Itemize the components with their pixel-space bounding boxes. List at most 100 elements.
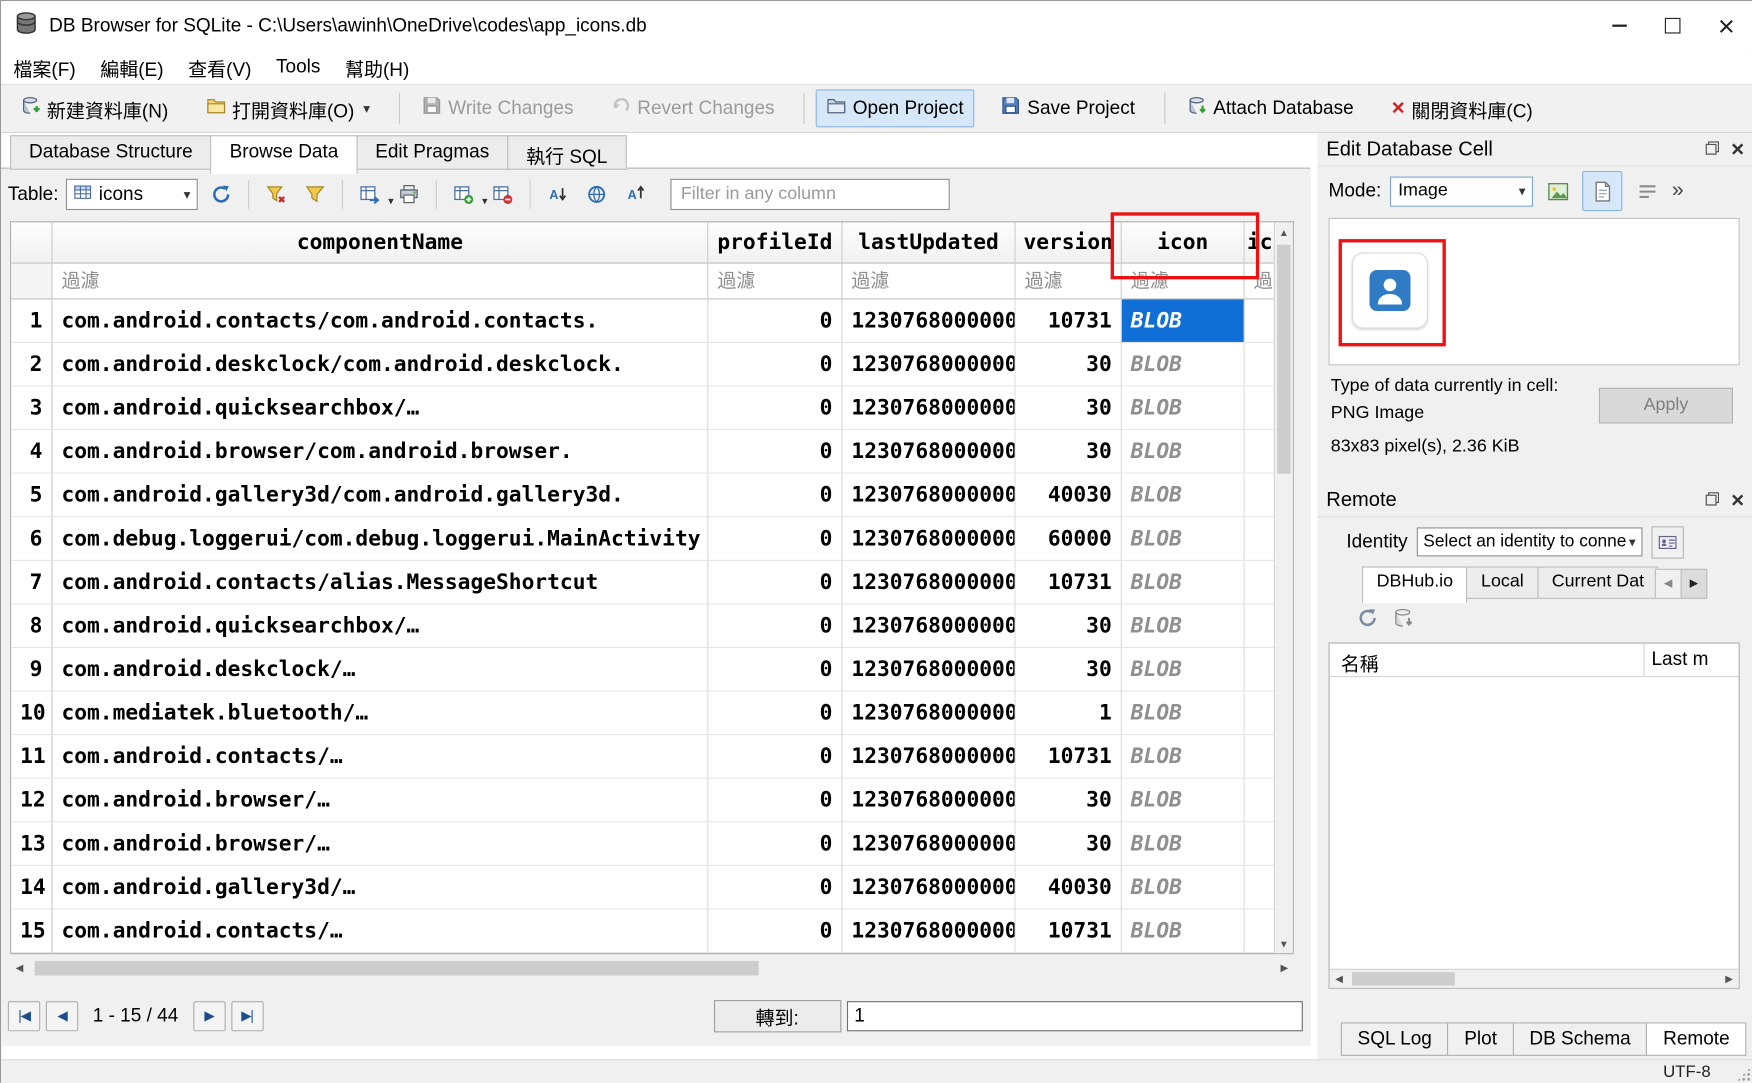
grid-cell[interactable]: BLOB bbox=[1122, 299, 1245, 343]
overflow-chevron-icon[interactable]: » bbox=[1672, 179, 1684, 204]
sort-ascending-button[interactable]: A bbox=[542, 179, 573, 210]
grid-cell[interactable]: 0 bbox=[708, 561, 842, 605]
grid-cell[interactable]: BLOB bbox=[1122, 430, 1245, 474]
column-header-last-modified[interactable]: Last m bbox=[1645, 644, 1739, 676]
first-record-button[interactable]: |◀ bbox=[8, 1001, 40, 1031]
column-header[interactable]: componentName bbox=[53, 222, 709, 263]
scroll-right-icon[interactable]: ▶ bbox=[1720, 970, 1739, 988]
import-data-button[interactable] bbox=[1542, 175, 1573, 206]
grid-cell[interactable]: 0 bbox=[708, 822, 842, 866]
float-dock-icon[interactable] bbox=[1705, 137, 1720, 160]
goto-record-input[interactable] bbox=[846, 1001, 1302, 1031]
grid-cell[interactable]: BLOB bbox=[1122, 561, 1245, 605]
close-button[interactable]: × bbox=[1699, 1, 1752, 50]
grid-cell[interactable] bbox=[1245, 735, 1276, 779]
column-header[interactable]: version bbox=[1016, 222, 1122, 263]
grid-cell[interactable]: 0 bbox=[708, 910, 842, 954]
delete-record-button[interactable] bbox=[488, 179, 519, 210]
manage-identities-button[interactable] bbox=[1651, 526, 1683, 558]
grid-cell[interactable] bbox=[1245, 474, 1276, 518]
menu-edit[interactable]: 編輯(E) bbox=[88, 49, 176, 86]
grid-cell[interactable]: 0 bbox=[708, 474, 842, 518]
grid-cell[interactable]: BLOB bbox=[1122, 343, 1245, 387]
grid-cell[interactable]: 1230768000000 bbox=[842, 822, 1015, 866]
close-database-button[interactable]: × 關閉資料庫(C) bbox=[1380, 88, 1543, 129]
column-header[interactable]: ic bbox=[1245, 222, 1276, 263]
grid-cell[interactable]: BLOB bbox=[1122, 779, 1245, 823]
grid-cell[interactable]: 30 bbox=[1016, 387, 1122, 431]
grid-cell[interactable] bbox=[1245, 648, 1276, 692]
tab-browse-data[interactable]: Browse Data bbox=[211, 135, 358, 174]
grid-cell[interactable]: 10731 bbox=[1016, 561, 1122, 605]
tab-local[interactable]: Local bbox=[1467, 566, 1539, 598]
word-wrap-button[interactable] bbox=[1632, 175, 1663, 206]
scroll-left-icon[interactable]: ◀ bbox=[10, 959, 29, 978]
tab-plot[interactable]: Plot bbox=[1447, 1022, 1513, 1056]
maximize-button[interactable] bbox=[1646, 1, 1700, 50]
grid-cell[interactable]: BLOB bbox=[1122, 735, 1245, 779]
remote-refresh-button[interactable] bbox=[1358, 607, 1378, 633]
grid-cell[interactable]: 0 bbox=[708, 648, 842, 692]
grid-cell[interactable] bbox=[1245, 822, 1276, 866]
grid-cell[interactable]: 0 bbox=[708, 735, 842, 779]
column-header-name[interactable]: 名稱 bbox=[1330, 644, 1645, 676]
scroll-left-icon[interactable]: ◀ bbox=[1330, 970, 1349, 988]
grid-cell[interactable]: com.android.browser/… bbox=[53, 822, 709, 866]
grid-cell[interactable]: com.android.contacts/com.android.contact… bbox=[53, 299, 709, 343]
grid-cell[interactable]: com.debug.loggerui/com.debug.loggerui.Ma… bbox=[53, 517, 709, 561]
column-header[interactable]: lastUpdated bbox=[842, 222, 1015, 263]
sort-descending-button[interactable]: A bbox=[621, 179, 652, 210]
filter-input-cell[interactable]: 過濾 bbox=[1016, 264, 1122, 300]
grid-cell[interactable]: BLOB bbox=[1122, 866, 1245, 910]
menu-file[interactable]: 檔案(F) bbox=[1, 49, 88, 86]
resize-grip[interactable] bbox=[1736, 1067, 1751, 1082]
clear-filters-button[interactable] bbox=[261, 179, 292, 210]
grid-cell[interactable]: 1230768000000 bbox=[842, 692, 1015, 736]
grid-cell[interactable]: 0 bbox=[708, 517, 842, 561]
previous-record-button[interactable]: ◀ bbox=[46, 1001, 78, 1031]
grid-cell[interactable]: 30 bbox=[1016, 430, 1122, 474]
tab-scroll-right-icon[interactable]: ▶ bbox=[1680, 569, 1707, 599]
grid-cell[interactable]: 40030 bbox=[1016, 866, 1122, 910]
grid-cell[interactable] bbox=[1245, 866, 1276, 910]
grid-cell[interactable]: com.android.gallery3d/… bbox=[53, 866, 709, 910]
grid-cell[interactable]: 1230768000000 bbox=[842, 604, 1015, 648]
grid-cell[interactable]: 1230768000000 bbox=[842, 474, 1015, 518]
close-dock-icon[interactable]: × bbox=[1731, 490, 1744, 510]
tab-current-database[interactable]: Current Dat bbox=[1537, 566, 1658, 598]
grid-cell[interactable] bbox=[1245, 517, 1276, 561]
grid-cell[interactable]: com.android.contacts/… bbox=[53, 735, 709, 779]
grid-cell[interactable]: 30 bbox=[1016, 822, 1122, 866]
horizontal-scrollbar-thumb[interactable] bbox=[35, 961, 759, 976]
menu-help[interactable]: 幫助(H) bbox=[333, 49, 422, 86]
grid-cell[interactable]: com.android.deskclock/com.android.deskcl… bbox=[53, 343, 709, 387]
scroll-up-icon[interactable]: ▲ bbox=[1275, 222, 1293, 241]
grid-cell[interactable]: 0 bbox=[708, 866, 842, 910]
grid-cell[interactable]: 1230768000000 bbox=[842, 299, 1015, 343]
grid-cell[interactable]: 0 bbox=[708, 299, 842, 343]
filter-input-cell[interactable]: 過濾 bbox=[708, 264, 842, 300]
grid-cell[interactable]: com.android.quicksearchbox/… bbox=[53, 604, 709, 648]
grid-cell[interactable]: com.android.browser/com.android.browser. bbox=[53, 430, 709, 474]
grid-cell[interactable]: 40030 bbox=[1016, 474, 1122, 518]
grid-cell[interactable]: 1230768000000 bbox=[842, 866, 1015, 910]
open-project-button[interactable]: Open Project bbox=[816, 89, 975, 127]
grid-cell[interactable] bbox=[1245, 910, 1276, 954]
vertical-scrollbar-thumb[interactable] bbox=[1277, 245, 1290, 474]
grid-cell[interactable]: 1230768000000 bbox=[842, 561, 1015, 605]
text-view-button[interactable] bbox=[1582, 171, 1622, 211]
grid-cell[interactable]: 1230768000000 bbox=[842, 779, 1015, 823]
grid-cell[interactable] bbox=[1245, 779, 1276, 823]
close-dock-icon[interactable]: × bbox=[1731, 139, 1744, 159]
grid-cell[interactable]: 0 bbox=[708, 430, 842, 474]
grid-cell[interactable]: 30 bbox=[1016, 648, 1122, 692]
grid-cell[interactable]: 30 bbox=[1016, 343, 1122, 387]
remote-clone-button[interactable] bbox=[1393, 607, 1413, 633]
tab-edit-pragmas[interactable]: Edit Pragmas bbox=[356, 135, 508, 170]
column-header[interactable]: profileId bbox=[708, 222, 842, 263]
grid-cell[interactable] bbox=[1245, 692, 1276, 736]
grid-cell[interactable]: 1230768000000 bbox=[842, 910, 1015, 954]
grid-cell[interactable]: BLOB bbox=[1122, 692, 1245, 736]
grid-cell[interactable]: 30 bbox=[1016, 604, 1122, 648]
refresh-button[interactable] bbox=[206, 179, 237, 210]
